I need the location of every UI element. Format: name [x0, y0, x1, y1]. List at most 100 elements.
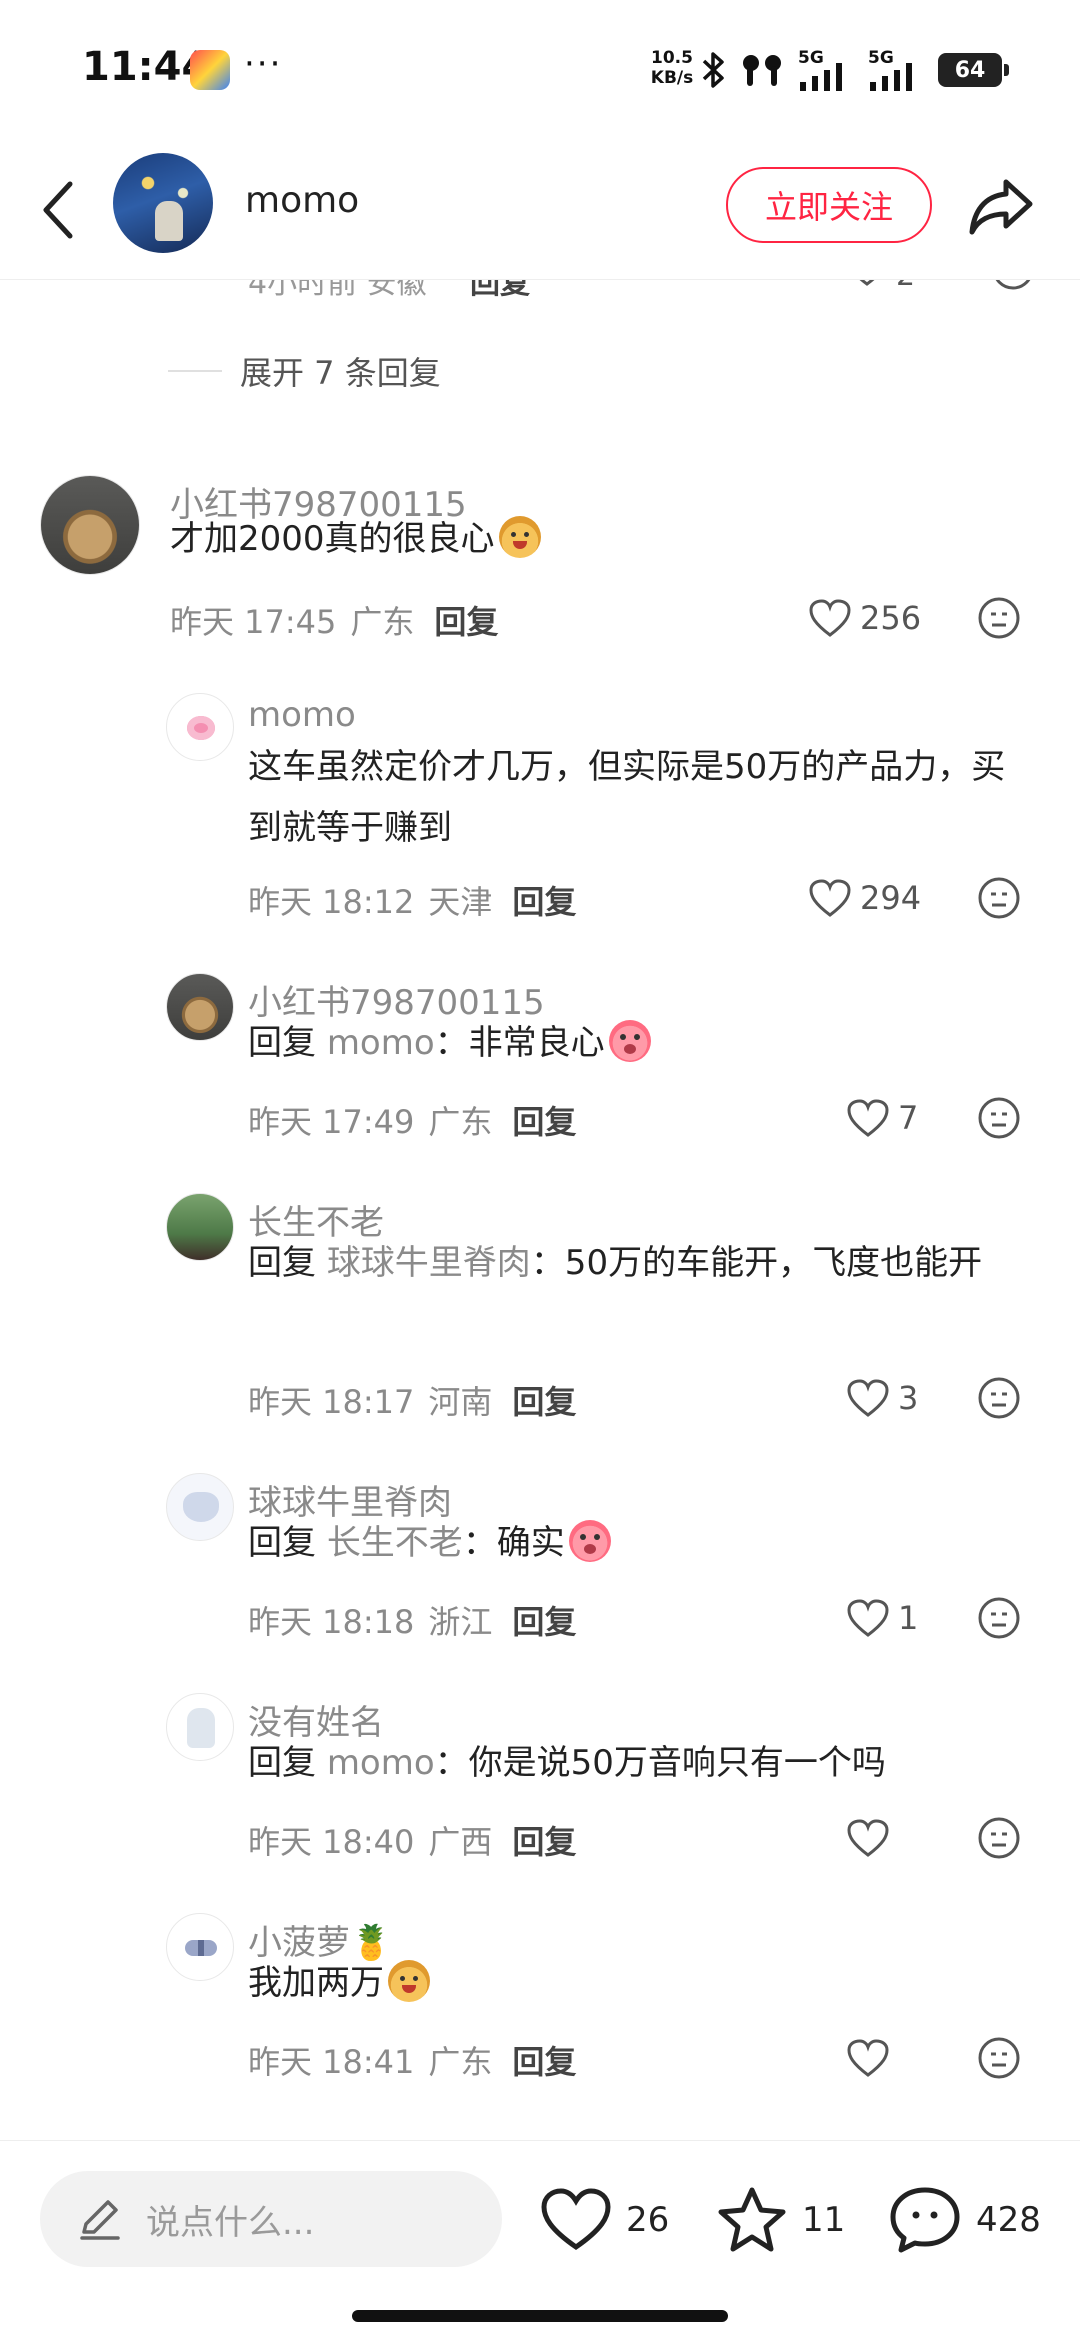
reply-link[interactable]: 回复 — [512, 2037, 576, 2083]
note-header: momo 立即关注 — [0, 140, 1080, 280]
reply-target[interactable]: 球球牛里脊肉 — [327, 1243, 531, 1283]
more-notifications-icon: ··· — [244, 44, 283, 84]
status-bar: 11:44 ··· 10.5 KB/s 5G 5G 64 — [0, 0, 1080, 140]
back-arrow-icon[interactable] — [30, 172, 90, 248]
comment-body: ：50万的车能开，飞度也能开 — [530, 1243, 983, 1283]
comment-location: 河南 — [428, 1383, 493, 1421]
partial-comment-time: 4小时前 安徽 — [248, 280, 427, 301]
reply-target[interactable]: 长生不老 — [327, 1523, 463, 1563]
battery-icon: 64 — [938, 53, 1009, 87]
reply-link[interactable]: 回复 — [512, 877, 576, 923]
reply-link[interactable]: 回复 — [512, 1097, 576, 1143]
signal-icon: 5G — [868, 48, 924, 92]
pencil-icon — [80, 2200, 120, 2240]
earbuds-icon — [743, 55, 781, 86]
comment-input-placeholder: 说点什么... — [146, 2202, 315, 2243]
home-indicator[interactable] — [352, 2310, 728, 2322]
comment-count: 428 — [976, 2200, 1041, 2240]
like-button[interactable] — [846, 2033, 898, 2083]
comment-icon — [890, 2187, 960, 2253]
dislike-face-icon[interactable] — [976, 595, 1022, 641]
commenter-avatar[interactable] — [40, 475, 140, 575]
app-notification-icon — [190, 50, 230, 90]
reply-item: 没有姓名 回复 momo：你是说50万音响只有一个吗 昨天 18:40 广西 回… — [0, 1693, 1080, 1873]
author-name[interactable]: momo — [245, 180, 359, 221]
comment-time: 昨天 18:18 — [248, 1603, 415, 1641]
comment-text[interactable]: 才加2000真的很良心 — [170, 509, 1030, 570]
comment-body: 才加2000真的很良心 — [170, 519, 495, 559]
comment-text[interactable]: 回复 球球牛里脊肉：50万的车能开，飞度也能开 — [248, 1233, 1038, 1294]
commenter-avatar[interactable] — [166, 1193, 234, 1261]
comment-body: ：你是说50万音响只有一个吗 — [434, 1743, 886, 1783]
bluetooth-icon — [702, 52, 724, 88]
comment-input[interactable]: 说点什么... — [40, 2171, 502, 2267]
expand-replies-button[interactable]: 展开 7 条回复 — [168, 348, 441, 394]
reply-link[interactable]: 回复 — [512, 1817, 576, 1863]
share-icon[interactable] — [966, 174, 1036, 240]
comment-note-button[interactable]: 428 — [888, 2185, 1041, 2255]
commenter-avatar[interactable] — [166, 1913, 234, 1981]
comment-text[interactable]: 我加两万 — [248, 1953, 1028, 2014]
pink-face-emoji-icon — [568, 1520, 611, 1562]
comment-location: 广东 — [428, 1103, 493, 1141]
bottom-action-bar: 说点什么... 26 11 428 — [0, 2140, 1080, 2290]
author-avatar[interactable] — [113, 153, 213, 253]
follow-button[interactable]: 立即关注 — [726, 167, 932, 243]
comment-text[interactable]: 这车虽然定价才几万，但实际是50万的产品力，买到就等于赚到 — [248, 737, 1008, 859]
like-button[interactable]: 3 — [846, 1373, 918, 1423]
like-button[interactable]: 1 — [846, 1593, 918, 1643]
like-button[interactable]: 7 — [846, 1093, 918, 1143]
network-speed-unit: KB/s — [650, 68, 694, 88]
like-button[interactable]: 256 — [808, 593, 921, 643]
like-note-button[interactable]: 26 — [540, 2185, 669, 2255]
dislike-face-icon[interactable] — [990, 280, 1036, 292]
comment-time: 昨天 18:17 — [248, 1383, 415, 1421]
dislike-face-icon[interactable] — [976, 1815, 1022, 1861]
commenter-avatar[interactable] — [166, 693, 234, 761]
reply-prefix: 回复 — [248, 1243, 316, 1283]
comment-body: 我加两万 — [248, 1963, 384, 2003]
comments-list[interactable]: 4小时前 安徽 回复 2 展开 7 条回复 小红书798700115 才加200… — [0, 280, 1080, 2140]
reply-item: momo 这车虽然定价才几万，但实际是50万的产品力，买到就等于赚到 昨天 18… — [0, 693, 1080, 933]
dislike-face-icon[interactable] — [976, 875, 1022, 921]
heart-outline-icon[interactable] — [846, 280, 888, 288]
like-button[interactable] — [846, 1813, 898, 1863]
partial-reply-link[interactable]: 回复 — [470, 280, 530, 302]
heart-outline-icon — [847, 2039, 889, 2077]
heart-outline-icon — [809, 879, 851, 917]
comment-meta: 昨天 18:41 广东 回复 — [248, 2037, 576, 2083]
comment-location: 广西 — [428, 1823, 493, 1861]
comment-text[interactable]: 回复 momo：你是说50万音响只有一个吗 — [248, 1733, 1028, 1794]
comment-meta: 昨天 18:12 天津 回复 — [248, 877, 576, 923]
commenter-avatar[interactable] — [166, 1693, 234, 1761]
partial-like-count: 2 — [896, 280, 915, 293]
reply-target[interactable]: momo — [327, 1023, 435, 1063]
comment-text[interactable]: 回复 长生不老：确实 — [248, 1513, 1028, 1574]
reply-item: 小红书798700115 回复 momo：非常良心 昨天 17:49 广东 回复… — [0, 973, 1080, 1153]
collect-count: 11 — [802, 2200, 846, 2240]
dislike-face-icon[interactable] — [976, 1375, 1022, 1421]
like-count: 294 — [860, 879, 922, 917]
reply-target[interactable]: momo — [327, 1743, 435, 1783]
comment-text[interactable]: 回复 momo：非常良心 — [248, 1013, 1028, 1074]
network-speed: 10.5 KB/s — [648, 48, 696, 88]
commenter-avatar[interactable] — [166, 973, 234, 1041]
dislike-face-icon[interactable] — [976, 2035, 1022, 2081]
comment-time: 昨天 18:12 — [248, 883, 415, 921]
pink-face-emoji-icon — [608, 1020, 651, 1062]
like-button[interactable]: 294 — [808, 873, 921, 923]
reply-link[interactable]: 回复 — [512, 1597, 576, 1643]
dislike-face-icon[interactable] — [976, 1095, 1022, 1141]
collect-note-button[interactable]: 11 — [716, 2185, 845, 2255]
reply-link[interactable]: 回复 — [512, 1377, 576, 1423]
comment-time: 昨天 17:49 — [248, 1103, 415, 1141]
commenter-name[interactable]: momo — [248, 695, 356, 735]
dislike-face-icon[interactable] — [976, 1595, 1022, 1641]
comment-meta: 昨天 17:45 广东 回复 — [170, 597, 498, 643]
reply-link[interactable]: 回复 — [434, 597, 498, 643]
heart-outline-icon — [847, 1599, 889, 1637]
comment-body: ：确实 — [462, 1523, 565, 1563]
commenter-avatar[interactable] — [166, 1473, 234, 1541]
reply-item: 长生不老 回复 球球牛里脊肉：50万的车能开，飞度也能开 昨天 18:17 河南… — [0, 1193, 1080, 1433]
heart-icon — [541, 2188, 611, 2251]
